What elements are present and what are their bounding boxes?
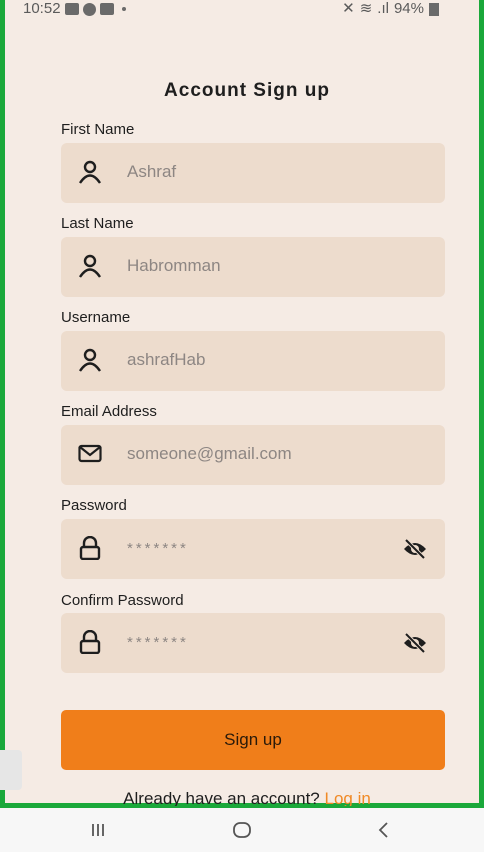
username-value: ashrafHab: [127, 350, 206, 369]
login-prompt: Already have an account? Log in: [5, 788, 484, 806]
signup-button[interactable]: Sign up: [61, 710, 445, 770]
edge-panel-handle[interactable]: [0, 750, 22, 790]
gallery-icon: [64, 3, 79, 15]
app-frame: 10:52 ✕ ≋ .ıl 94% Account Sign up First …: [0, 0, 484, 808]
wifi-icon: ≋: [359, 0, 373, 17]
home-icon[interactable]: [230, 818, 254, 842]
first-name-field[interactable]: Ashraf: [61, 143, 445, 203]
password-field[interactable]: *******: [61, 519, 445, 579]
battery-icon: [429, 2, 439, 16]
password-label: Password: [61, 497, 127, 514]
page-title: Account Sign up: [164, 80, 330, 101]
first-name-value: Ashraf: [127, 162, 177, 181]
email-field[interactable]: someone@gmail.com: [61, 425, 445, 485]
username-field[interactable]: ashrafHab: [61, 331, 445, 391]
email-value: someone@gmail.com: [127, 444, 292, 463]
battery-level: 94%: [393, 0, 424, 17]
confirm-password-label: Confirm Password: [61, 592, 184, 609]
eye-off-icon[interactable]: [403, 537, 427, 561]
first-name-label: First Name: [61, 121, 135, 138]
last-name-label: Last Name: [61, 215, 134, 232]
status-bar: 10:52 ✕ ≋ .ıl 94%: [23, 0, 439, 22]
more-notifications-icon: [121, 7, 126, 11]
confirm-password-field[interactable]: *******: [61, 613, 445, 673]
last-name-field[interactable]: Habromman: [61, 237, 445, 297]
login-link[interactable]: Log in: [325, 789, 371, 806]
person-icon: [79, 348, 101, 372]
status-time: 10:52: [23, 0, 61, 17]
confirm-password-value: *******: [127, 634, 189, 651]
lock-icon: [79, 536, 101, 560]
email-label: Email Address: [61, 403, 157, 420]
username-label: Username: [61, 309, 131, 326]
youtube-icon: [99, 3, 114, 15]
back-icon[interactable]: [372, 818, 396, 842]
lock-icon: [79, 630, 101, 654]
person-icon: [79, 160, 101, 184]
recent-apps-icon[interactable]: [86, 818, 110, 842]
person-icon: [79, 254, 101, 278]
eye-off-icon[interactable]: [403, 631, 427, 655]
mute-icon: ✕: [342, 0, 355, 17]
system-nav-bar: [0, 808, 484, 852]
mail-icon: [78, 444, 102, 463]
notification-icon: [82, 2, 96, 16]
login-prompt-text: Already have an account?: [123, 789, 320, 806]
password-value: *******: [127, 540, 189, 557]
last-name-value: Habromman: [127, 256, 221, 275]
signal-icon: .ıl: [377, 0, 389, 17]
